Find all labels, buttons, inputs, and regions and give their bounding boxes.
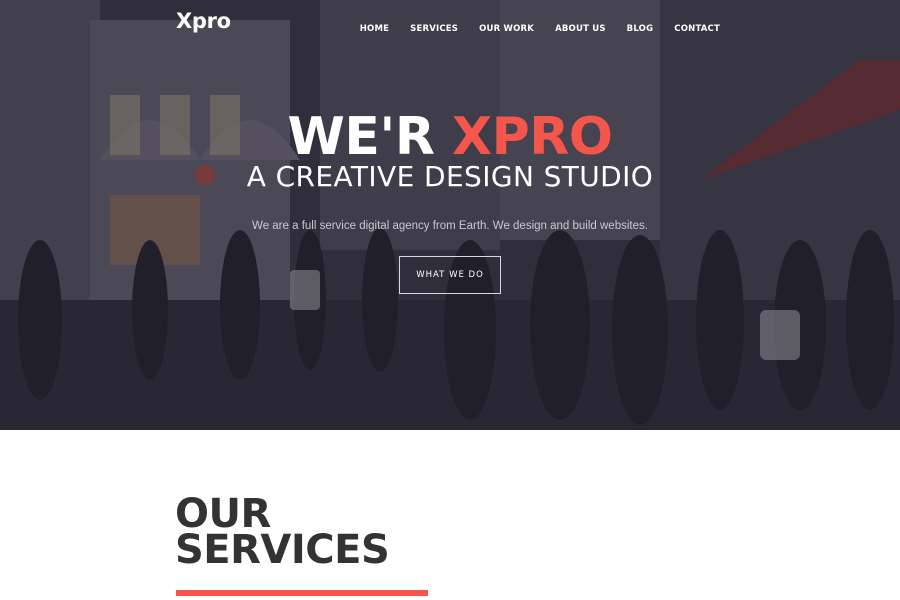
- nav-link-blog[interactable]: BLOG: [627, 24, 654, 34]
- nav-link-services[interactable]: SERVICES: [410, 24, 458, 34]
- nav-menu: HOME SERVICES OUR WORK ABOUT US BLOG CON…: [360, 18, 720, 36]
- services-section: OUR SERVICES: [0, 430, 900, 600]
- hero-title: WE'R XPRO: [0, 108, 900, 166]
- nav-item-our-work: OUR WORK: [479, 18, 534, 36]
- nav-item-contact: CONTACT: [674, 18, 720, 36]
- nav-link-about-us[interactable]: ABOUT US: [555, 24, 606, 34]
- site-logo[interactable]: Xpro: [176, 9, 231, 33]
- services-heading-underline: [176, 590, 428, 596]
- nav-item-home: HOME: [360, 18, 389, 36]
- services-heading: OUR SERVICES: [175, 494, 575, 570]
- hero-content: WE'R XPRO A CREATIVE DESIGN STUDIO We ar…: [0, 108, 900, 294]
- services-heading-line2: SERVICES: [175, 527, 390, 573]
- nav-item-about-us: ABOUT US: [555, 18, 606, 36]
- what-we-do-button[interactable]: WHAT WE DO: [399, 256, 501, 294]
- top-navbar: Xpro HOME SERVICES OUR WORK ABOUT US BLO…: [0, 0, 900, 48]
- nav-item-blog: BLOG: [627, 18, 654, 36]
- nav-link-contact[interactable]: CONTACT: [674, 24, 720, 34]
- hero-subtitle: A CREATIVE DESIGN STUDIO: [246, 160, 654, 193]
- hero-title-accent: XPRO: [452, 107, 613, 167]
- hero-description: We are a full service digital agency fro…: [252, 220, 648, 232]
- nav-item-services: SERVICES: [410, 18, 458, 36]
- hero-section: Xpro HOME SERVICES OUR WORK ABOUT US BLO…: [0, 0, 900, 430]
- hero-title-prefix: WE'R: [287, 107, 435, 167]
- nav-link-home[interactable]: HOME: [360, 24, 389, 34]
- nav-link-our-work[interactable]: OUR WORK: [479, 24, 534, 34]
